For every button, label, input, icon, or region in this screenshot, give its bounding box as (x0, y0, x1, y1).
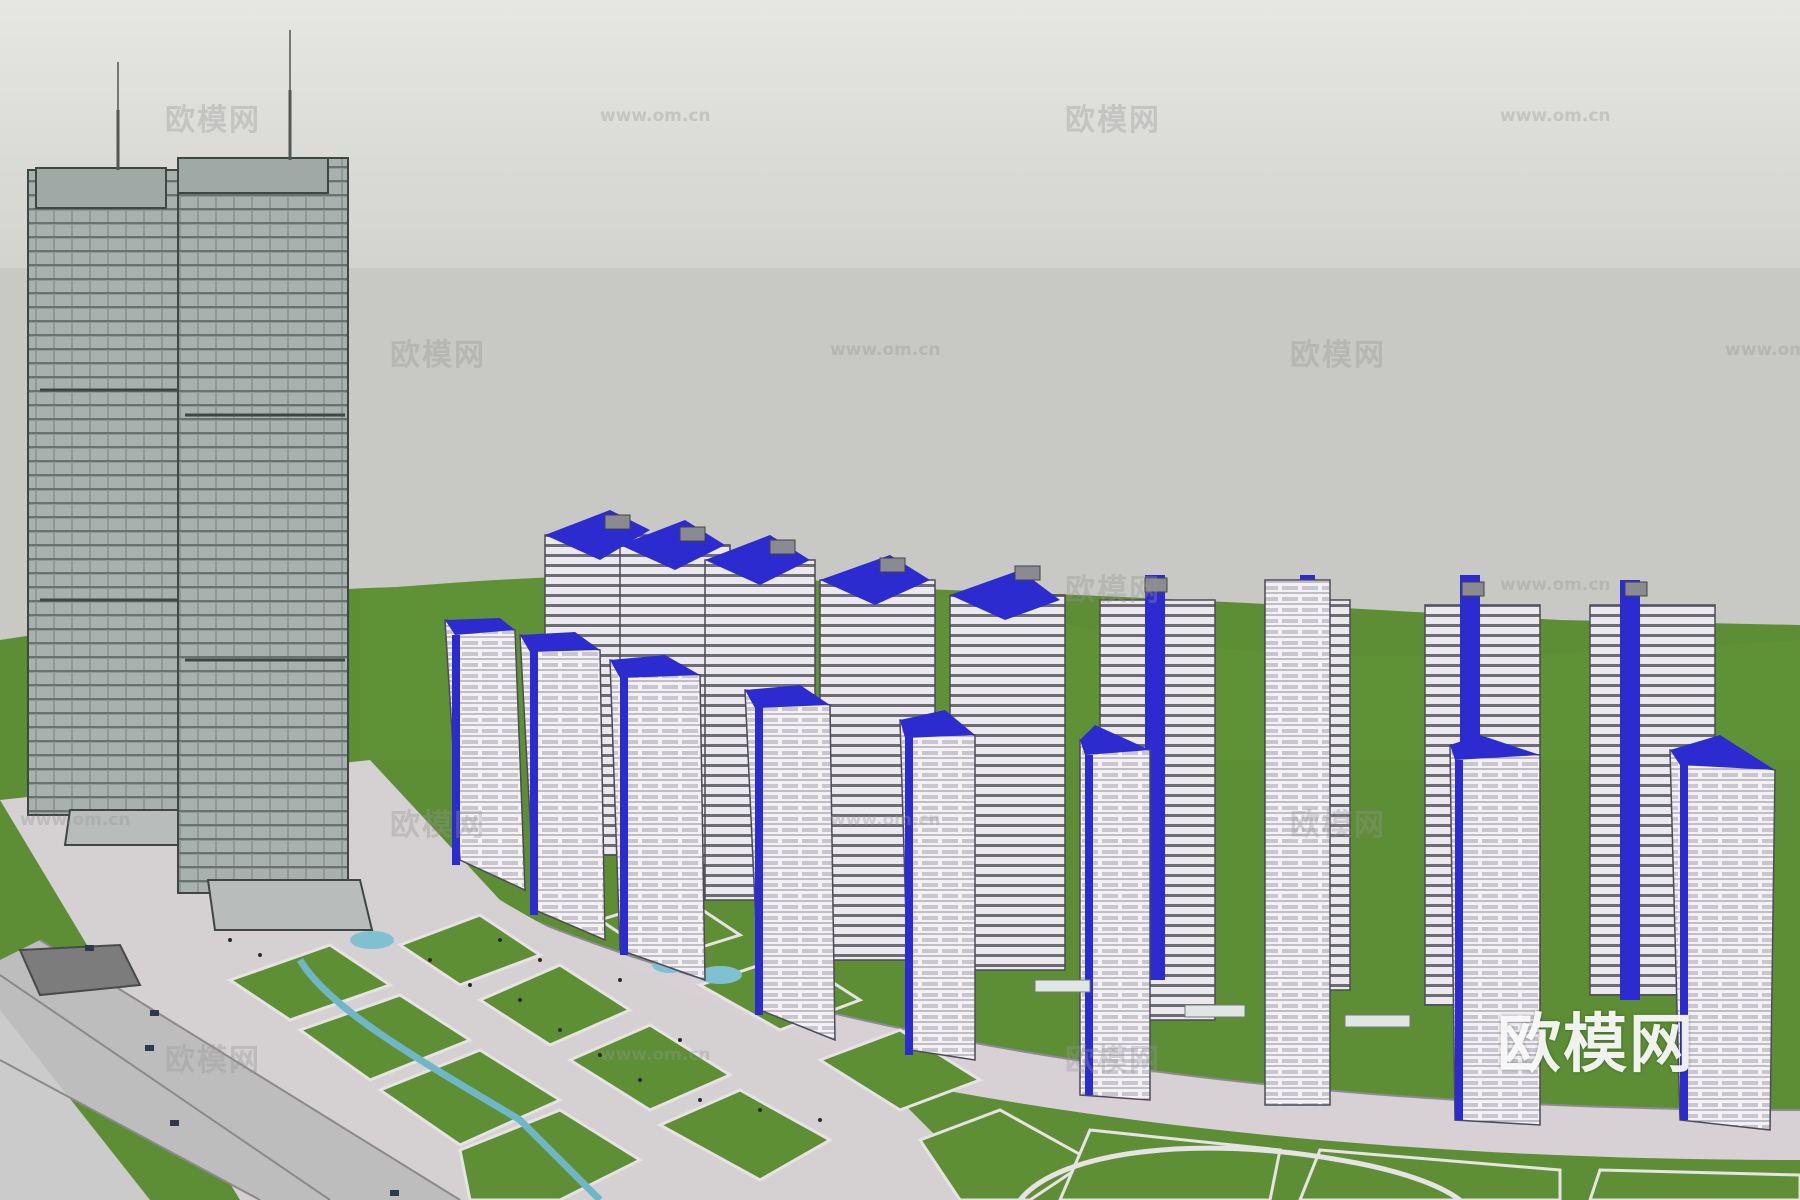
tunnel-entrance (18, 943, 142, 997)
watermark-logo: 欧模网 (1497, 1008, 1695, 1082)
fountain-pool (350, 931, 394, 949)
glass-tower-right (177, 30, 374, 931)
